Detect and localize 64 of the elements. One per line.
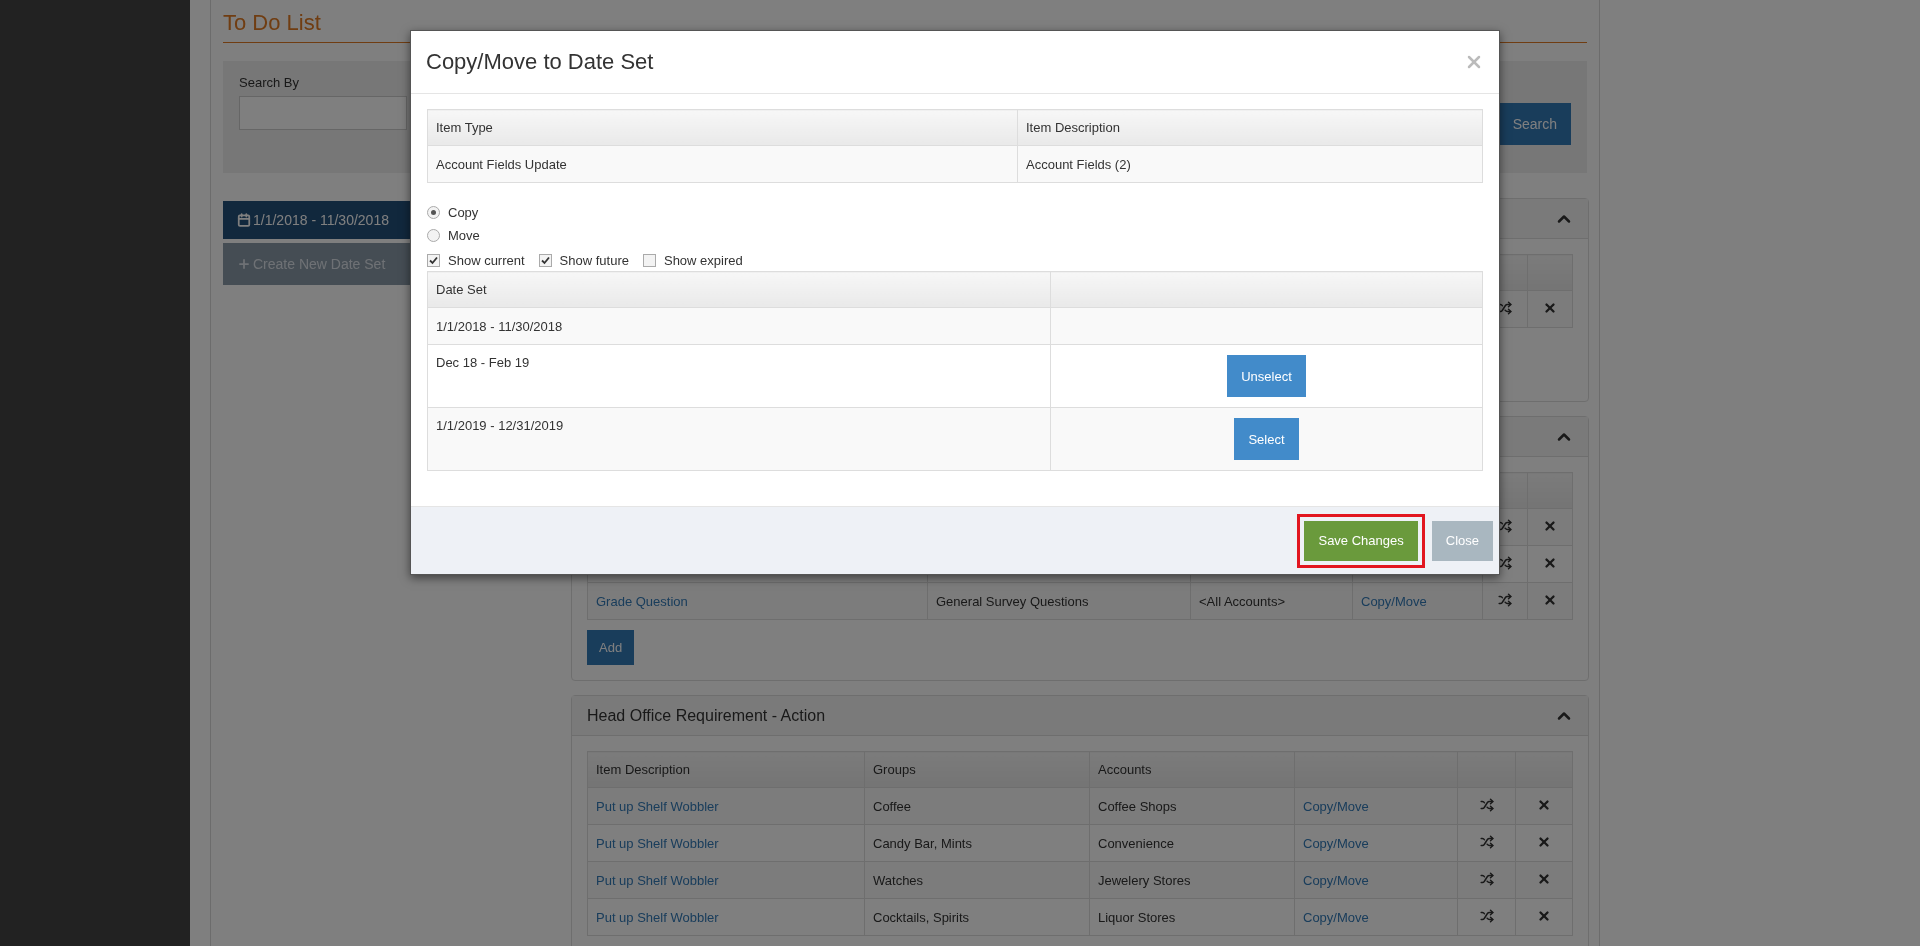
table-cell: Watches — [873, 872, 924, 888]
checkbox-label: Show future — [559, 253, 629, 268]
table-cell: Account Fields (2) — [1017, 145, 1483, 183]
copy-move-link[interactable]: Copy/Move — [1303, 798, 1369, 814]
panel-title: Head Office Requirement - Action — [587, 706, 826, 725]
table-cell: Candy Bar, Mints — [873, 835, 972, 851]
save-button[interactable]: Save Changes — [1304, 520, 1418, 561]
table-cell: Convenience — [1098, 835, 1174, 851]
plus-icon — [237, 257, 251, 271]
checkbox[interactable] — [427, 254, 440, 267]
checkbox[interactable] — [642, 254, 656, 267]
delete-icon[interactable] — [1537, 908, 1551, 923]
table-cell: <All Accounts> — [1199, 593, 1285, 609]
table-cell: Dec 18 - Feb 19 — [427, 344, 1051, 408]
item-link[interactable]: Grade Question — [596, 593, 688, 609]
checkbox[interactable] — [538, 254, 552, 267]
item-link[interactable]: Put up Shelf Wobbler — [596, 798, 719, 814]
shuffle-icon[interactable] — [1498, 555, 1512, 570]
table-cell: Coffee Shops — [1098, 798, 1177, 814]
radio-button[interactable] — [427, 229, 440, 242]
delete-icon[interactable] — [1537, 834, 1551, 849]
table-cell: 1/1/2018 - 11/30/2018 — [427, 307, 1051, 345]
column-header: Date Set — [427, 271, 1051, 308]
search-button[interactable]: Search — [1498, 103, 1571, 145]
delete-icon[interactable] — [1543, 555, 1557, 570]
table-cell: Jewelery Stores — [1098, 872, 1191, 888]
table-cell: Cocktails, Spirits — [873, 909, 970, 925]
table-cell: Liquor Stores — [1098, 909, 1176, 925]
search-field[interactable] — [239, 96, 407, 130]
delete-icon[interactable] — [1537, 871, 1551, 886]
checkbox-label: Show current — [448, 253, 525, 268]
delete-icon[interactable] — [1543, 518, 1557, 533]
checkbox-label: Show expired — [663, 253, 743, 268]
select-button[interactable]: Select — [1234, 418, 1299, 460]
column-header: Accounts — [1089, 751, 1295, 788]
radio-button[interactable] — [427, 206, 440, 219]
shuffle-icon[interactable] — [1498, 300, 1512, 315]
item-link[interactable]: Put up Shelf Wobbler — [596, 872, 719, 888]
column-header: Item Description — [1017, 109, 1483, 146]
close-button[interactable]: Close — [1431, 520, 1493, 561]
modal-title: Copy/Move to Date Set — [426, 49, 654, 75]
calendar-icon — [237, 213, 251, 227]
column-header: Item Type — [427, 109, 1018, 146]
delete-icon[interactable] — [1543, 592, 1557, 607]
delete-icon[interactable] — [1537, 797, 1551, 812]
date-set-button[interactable]: 1/1/2018 - 11/30/2018 — [223, 201, 411, 239]
table-cell: 1/1/2019 - 12/31/2019 — [427, 407, 1051, 471]
table-cell: General Survey Questions — [936, 593, 1089, 609]
copy-move-link[interactable]: Copy/Move — [1303, 872, 1369, 888]
shuffle-icon[interactable] — [1498, 518, 1512, 533]
item-link[interactable]: Put up Shelf Wobbler — [596, 909, 719, 925]
table-cell: Coffee — [873, 798, 912, 814]
copy-move-link[interactable]: Copy/Move — [1303, 909, 1369, 925]
table-cell: Account Fields Update — [427, 145, 1018, 183]
column-header: Item Description — [587, 751, 865, 788]
add-button[interactable]: Add — [587, 630, 635, 665]
select-button[interactable]: Unselect — [1227, 355, 1306, 397]
radio-label: Move — [448, 228, 480, 243]
delete-icon[interactable] — [1543, 300, 1557, 315]
item-link[interactable]: Put up Shelf Wobbler — [596, 835, 719, 851]
copy-move-link[interactable]: Copy/Move — [1303, 835, 1369, 851]
radio-label: Copy — [448, 205, 479, 220]
column-header: Groups — [864, 751, 1090, 788]
field-label: Search By — [239, 75, 300, 90]
